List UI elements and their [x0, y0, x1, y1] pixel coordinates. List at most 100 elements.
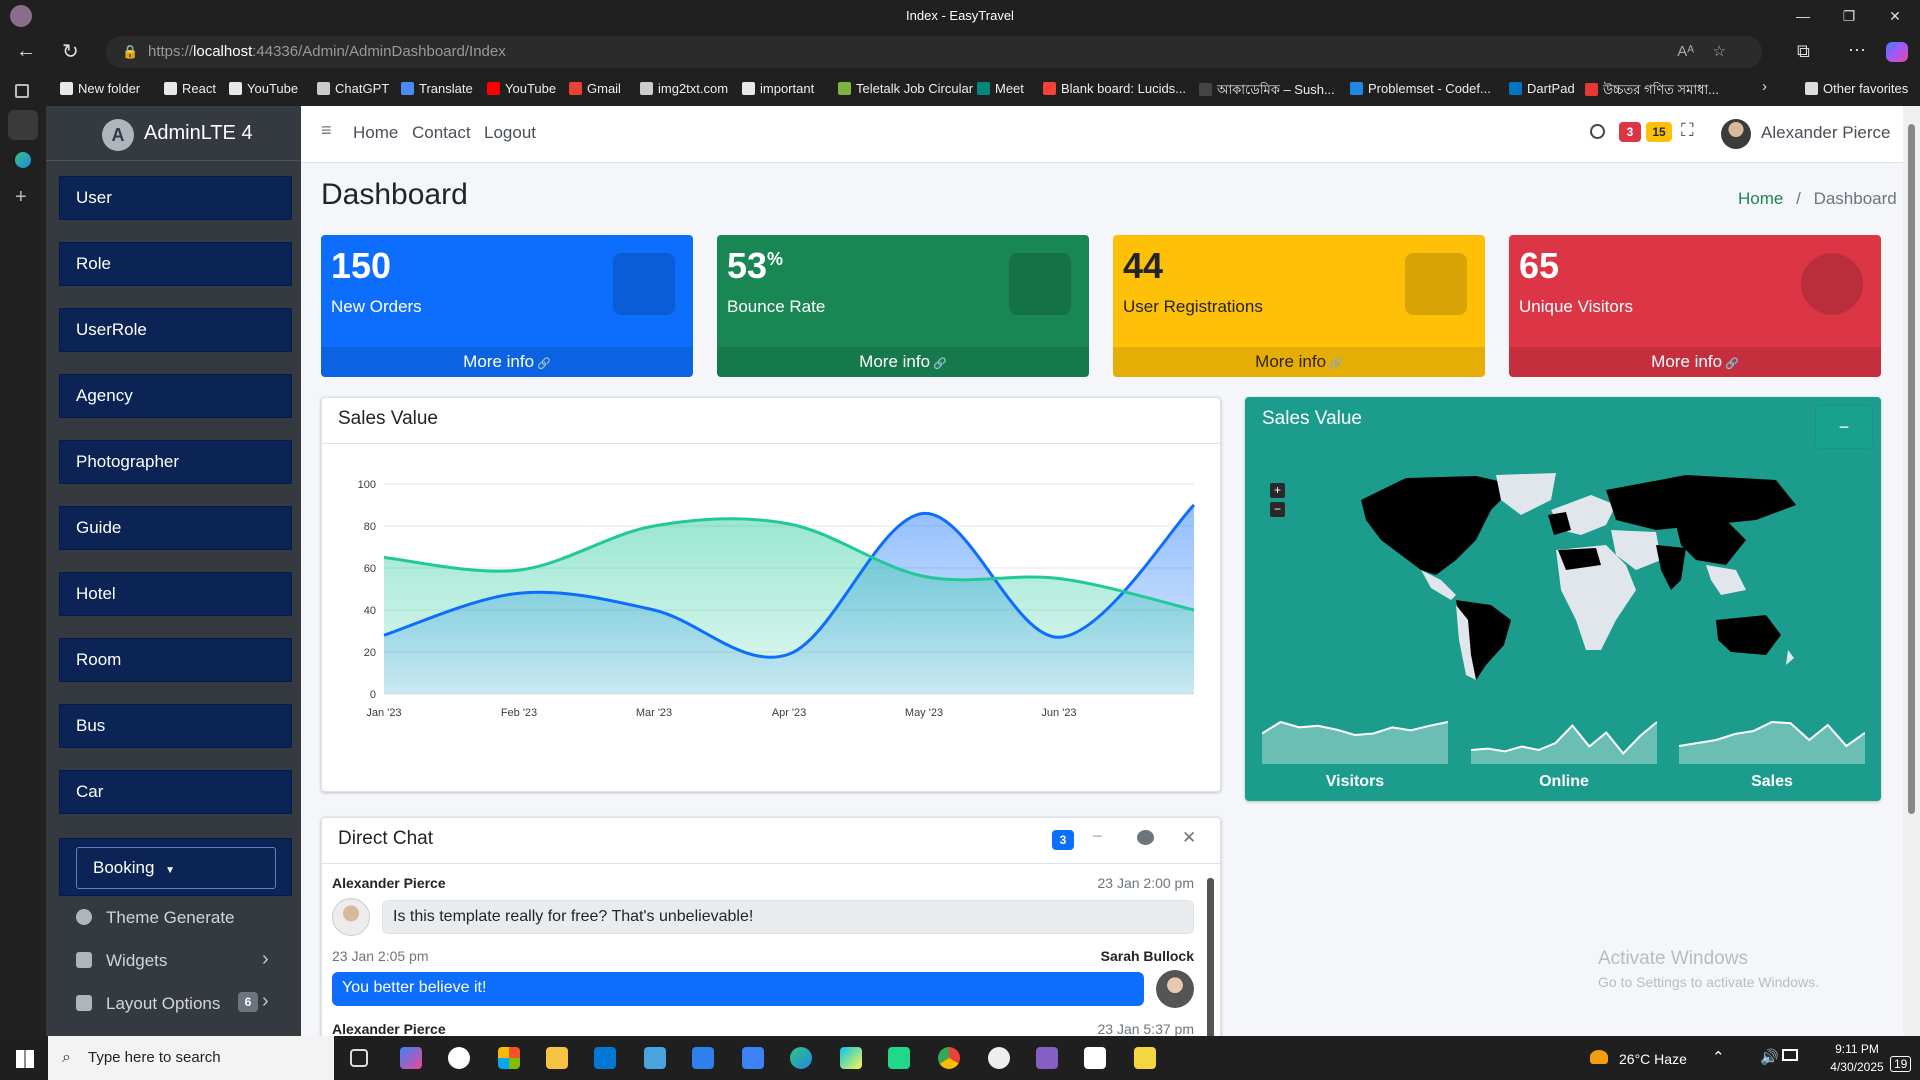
- network-icon[interactable]: [1782, 1049, 1798, 1061]
- bookmark-item[interactable]: Meet: [977, 81, 1024, 96]
- bookmark-item[interactable]: Gmail: [569, 81, 621, 96]
- chat-contacts-icon[interactable]: [1137, 830, 1154, 845]
- bookmark-item[interactable]: Problemset - Codef...: [1350, 81, 1491, 96]
- bookmark-item[interactable]: Translate: [401, 81, 473, 96]
- tor-icon[interactable]: [448, 1047, 470, 1069]
- bookmark-item[interactable]: আকাডেমিক – Sush...: [1199, 81, 1335, 102]
- hamburger-menu-icon[interactable]: ≡: [321, 120, 332, 141]
- webstorm-icon[interactable]: [840, 1047, 862, 1069]
- bookmarks-overflow-icon[interactable]: ›: [1762, 78, 1767, 95]
- task-view-icon[interactable]: [350, 1049, 368, 1067]
- sidebar-button-photographer[interactable]: Photographer: [59, 440, 292, 484]
- sidebar-button-room[interactable]: Room: [59, 638, 292, 682]
- volume-icon[interactable]: 🔊: [1760, 1048, 1779, 1066]
- fullscreen-icon[interactable]: ⛶: [1681, 120, 1694, 141]
- clock-app-icon[interactable]: [988, 1047, 1010, 1069]
- pycharm-icon[interactable]: [888, 1047, 910, 1069]
- sidebar-button-user[interactable]: User: [59, 176, 292, 220]
- minimize-icon[interactable]: —: [1780, 0, 1826, 32]
- sidebar-button-bus[interactable]: Bus: [59, 704, 292, 748]
- sidebar-button-hotel[interactable]: Hotel: [59, 572, 292, 616]
- new-tab-icon[interactable]: +: [15, 186, 27, 209]
- todo-icon[interactable]: [742, 1047, 764, 1069]
- bookmark-item[interactable]: উচ্চতর গণিত সমাধা...: [1585, 81, 1719, 102]
- copilot-taskbar-icon[interactable]: [400, 1047, 422, 1069]
- clock-date[interactable]: 4/30/2025: [1822, 1060, 1892, 1074]
- copilot-icon[interactable]: [1886, 42, 1908, 62]
- more-info-link[interactable]: More info 🔗: [1509, 347, 1881, 377]
- active-tab-icon[interactable]: [8, 110, 38, 140]
- sidebar-button-car[interactable]: Car: [59, 770, 292, 814]
- file-explorer-icon[interactable]: [546, 1047, 568, 1069]
- nav-link-contact[interactable]: Contact: [412, 123, 471, 143]
- tab-actions-icon[interactable]: [15, 84, 29, 98]
- refresh-icon[interactable]: ↻: [62, 39, 79, 64]
- weather-text[interactable]: 26°C Haze: [1619, 1051, 1687, 1067]
- extensions-icon[interactable]: ⧉: [1797, 41, 1810, 62]
- collapse-button[interactable]: −: [1816, 406, 1872, 448]
- sidebar-button-guide[interactable]: Guide: [59, 506, 292, 550]
- more-info-link[interactable]: More info 🔗: [717, 347, 1089, 377]
- scrollbar-thumb[interactable]: [1908, 124, 1915, 814]
- chat-collapse-icon[interactable]: −: [1092, 826, 1103, 847]
- zoom-in-button[interactable]: +: [1270, 483, 1285, 498]
- vscode-icon[interactable]: [692, 1047, 714, 1069]
- start-icon[interactable]: [16, 1050, 34, 1068]
- notion-icon[interactable]: [1084, 1047, 1106, 1069]
- bookmark-item[interactable]: React: [164, 81, 216, 96]
- lock-icon[interactable]: 🔒: [122, 36, 138, 68]
- sidebar-button-agency[interactable]: Agency: [59, 374, 292, 418]
- chrome-icon[interactable]: [938, 1047, 960, 1069]
- bookmark-item[interactable]: New folder: [60, 81, 140, 96]
- search-icon[interactable]: [1590, 124, 1605, 139]
- bookmark-item[interactable]: Blank board: Lucids...: [1043, 81, 1186, 96]
- bookmark-item[interactable]: YouTube: [229, 81, 298, 96]
- clock-time[interactable]: 9:11 PM: [1827, 1042, 1887, 1056]
- tray-chevron-icon[interactable]: ⌃: [1712, 1048, 1725, 1066]
- url-bar[interactable]: 🔒 https://localhost:44336/Admin/AdminDas…: [106, 36, 1762, 68]
- world-map[interactable]: [1326, 470, 1806, 685]
- nav-link-logout[interactable]: Logout: [484, 123, 536, 143]
- bookmark-item[interactable]: ChatGPT: [317, 81, 389, 96]
- store-icon[interactable]: [594, 1047, 616, 1069]
- bookmark-item[interactable]: Teletalk Job Circular: [838, 81, 973, 96]
- sidebar-item-widgets[interactable]: Widgets: [76, 951, 167, 971]
- maximize-icon[interactable]: ❐: [1826, 0, 1872, 32]
- more-info-link[interactable]: More info 🔗: [321, 347, 693, 377]
- notification-count[interactable]: 19: [1890, 1056, 1912, 1072]
- messages-badge[interactable]: 3: [1619, 122, 1641, 142]
- sidebar-item-layout-options[interactable]: Layout Options: [76, 994, 220, 1014]
- taskbar-search-box[interactable]: ⌕ Type here to search: [48, 1036, 334, 1080]
- chat-scrollbar[interactable]: [1207, 878, 1214, 1046]
- read-aloud-icon[interactable]: Aᴬ: [1677, 36, 1694, 68]
- more-info-link[interactable]: More info 🔗: [1113, 347, 1485, 377]
- back-icon[interactable]: ←: [16, 40, 36, 63]
- zoom-out-button[interactable]: −: [1270, 502, 1285, 517]
- bookmark-other-favorites[interactable]: Other favorites: [1805, 81, 1908, 96]
- visual-studio-icon[interactable]: [1036, 1047, 1058, 1069]
- chat-close-icon[interactable]: ✕: [1182, 828, 1196, 848]
- app-icon[interactable]: [644, 1047, 666, 1069]
- office-icon[interactable]: [498, 1047, 520, 1069]
- user-avatar[interactable]: [1721, 119, 1751, 149]
- edge-tab-icon[interactable]: [15, 152, 31, 168]
- sticky-notes-icon[interactable]: [1134, 1047, 1156, 1069]
- bookmark-item[interactable]: img2txt.com: [640, 81, 728, 96]
- notifications-badge[interactable]: 15: [1646, 122, 1672, 142]
- bookmark-item[interactable]: important: [742, 81, 814, 96]
- bookmark-item[interactable]: YouTube: [487, 81, 556, 96]
- sidebar-item-theme-generate[interactable]: Theme Generate: [76, 908, 235, 928]
- user-name[interactable]: Alexander Pierce: [1761, 123, 1890, 143]
- bookmark-item[interactable]: DartPad: [1509, 81, 1575, 96]
- page-scrollbar[interactable]: [1903, 106, 1920, 1036]
- close-icon[interactable]: ✕: [1872, 0, 1918, 32]
- breadcrumb-home[interactable]: Home: [1738, 189, 1783, 208]
- sidebar-brand[interactable]: A AdminLTE 4: [46, 106, 301, 161]
- edge-icon[interactable]: [790, 1047, 812, 1069]
- sidebar-button-role[interactable]: Role: [59, 242, 292, 286]
- favorite-star-icon[interactable]: ☆: [1713, 36, 1726, 68]
- booking-dropdown[interactable]: Booking ▼: [76, 847, 276, 889]
- nav-link-home[interactable]: Home: [353, 123, 398, 143]
- sidebar-button-userrole[interactable]: UserRole: [59, 308, 292, 352]
- more-menu-icon[interactable]: ⋯: [1848, 40, 1866, 61]
